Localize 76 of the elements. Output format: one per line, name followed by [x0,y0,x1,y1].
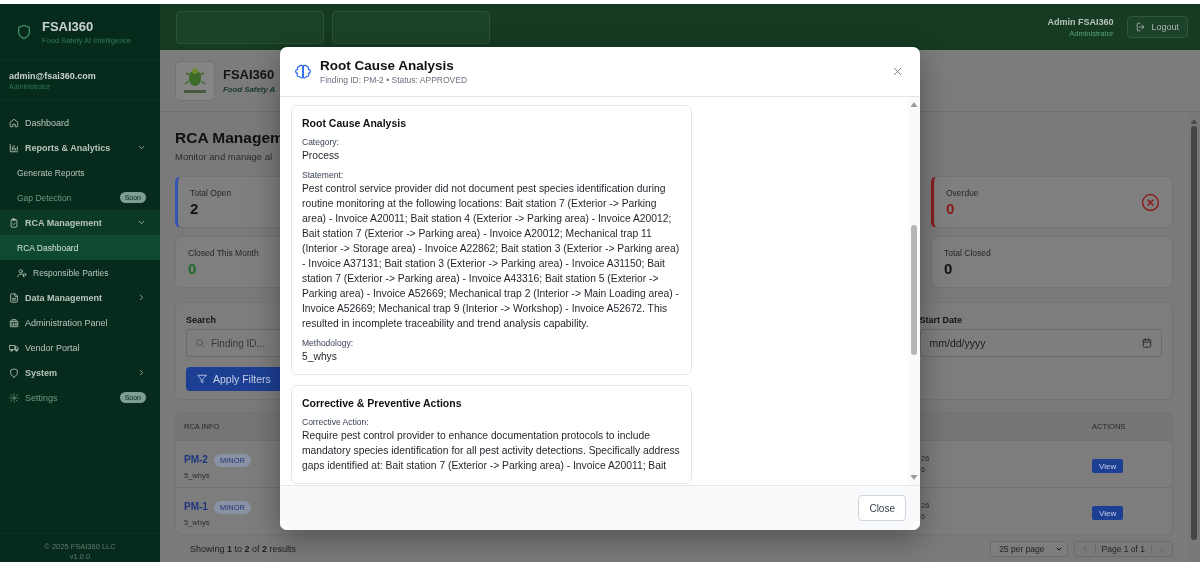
close-button[interactable] [891,65,904,78]
shield-icon [9,367,19,378]
nav-subitem[interactable]: RCA Dashboard [0,235,160,260]
stat-label: Overdue [946,187,979,198]
home-icon [9,117,19,128]
field-label: Search [186,315,217,325]
field-value: Require pest control provider to enhance documentation protocols to include mandatory species identification for all pest activity detections. Specifically address gaps identified at: Bait station 7 (Exterior -> Parking area) - Invoice A20011; Bait [302,429,681,473]
field-value: 5_whys [302,350,338,364]
field-label: Statement: [302,170,345,180]
field-label: Methodology: [302,338,355,348]
stat-value: 2 [190,199,199,217]
dialog-title: Root Cause Analysis [320,58,455,73]
search-field[interactable]: Finding ID... [186,329,280,357]
brain-icon [295,63,311,80]
stat-label: Total Open [190,187,232,198]
close-icon [891,65,904,78]
view-button[interactable]: View [1092,459,1124,474]
bar-chart-icon [9,142,19,153]
date-field[interactable]: mm/dd/yyyy [919,329,1162,357]
stat-label: Total Closed [944,247,991,258]
nav-item[interactable]: Dashboard [0,110,160,135]
calendar-icon [1142,338,1152,348]
building-icon [9,317,19,328]
nav-subitem[interactable]: Responsible Parties [0,260,160,285]
chevron-icon [137,368,146,377]
user-email: admin@fsai360.com [9,71,97,81]
logo [175,60,215,101]
close-button[interactable]: Close [858,495,906,521]
chevron-icon [137,143,146,152]
field-label: Category: [302,137,340,147]
page-subtitle: Monitor and manage al [175,151,273,162]
nav-item[interactable]: Vendor Portal [0,335,160,360]
section-title: Root Cause Analysis [302,117,408,129]
logout-button[interactable]: Logout [1127,16,1188,38]
nav-item[interactable]: Data Management [0,285,160,310]
clipboard-icon [9,217,19,228]
field-value: Process [302,149,341,163]
header-field[interactable] [176,10,324,44]
page-indicator: Page 1 of 1 [1094,544,1152,554]
nav-subitem[interactable]: Generate Reports [0,160,160,185]
users-icon [17,267,27,278]
user-name: Admin FSAI360 [1047,16,1114,27]
brand-title: FSAI360 [223,67,275,82]
field-label: Start Date [919,315,962,325]
results-summary: Showing 1 to 2 of 2 results [190,544,297,554]
settings-icon [9,392,19,403]
stat-value: 0 [944,259,953,277]
nav-item[interactable]: Reports & Analytics [0,135,160,160]
dialog-subtitle: Finding ID: PM-2 • Status: APPROVED [320,75,468,85]
logout-icon [1136,22,1147,32]
chevron-icon [1054,545,1063,553]
nav-item[interactable]: System [0,360,160,385]
stat-label: Closed This Month [188,247,259,258]
view-button[interactable]: View [1092,506,1124,521]
header-field[interactable] [332,10,490,44]
funnel-icon [197,374,207,384]
stat-value: 0 [188,259,197,277]
chevron-icon [137,293,146,302]
chevron-right-icon [1158,545,1166,553]
field-label: Corrective Action: [302,417,370,427]
document-icon [9,292,19,303]
brand-tagline: Food Safety A [223,85,276,94]
scrollbar[interactable] [908,97,920,485]
nav-item[interactable]: RCA Management [0,210,160,235]
field-value: Pest control service provider did not document pest species identification during routine monitoring at the following locations: Bait station 7 (Exterior -> Parking area) - Invoice A20011; Bait station 4 (Exterior -> Parking area) - Invoice A20012; Bait station 7 (Exterior -> Parking area) - Invoice A20012; Mechanical trap 11 (Interior -> Storage area) - Invoice A22862; Bait station 3 (Exterior -> Parking area) - Invoice A37131; Bait station 3 (Exterior -> Parking area) - Invoice A31150; Bait station 7 (Exterior -> Parking area) - Invoice A43316; Bait station 5 (Exterior -> Parking area) - Invoice A52669; Mechanical trap 2 (Interior -> Main Loading area) - Invoice A52669; Mechanical trap 9 (Interior -> Workshop) - Invoice A52672. This resulted in incomplete traceability and trend analysis capability. [302,182,681,331]
section-title: Corrective & Preventive Actions [302,397,463,409]
app-title: FSAI360 [42,19,95,34]
apply-filters-button[interactable]: Apply Filters [186,367,282,391]
x-circle-icon [1141,192,1160,212]
nav-item[interactable]: Administration Panel [0,310,160,335]
search-icon [195,338,205,348]
per-page-select[interactable]: 25 per page [990,541,1068,557]
chevron-icon [137,218,146,227]
truck-icon [9,342,19,353]
shield-icon [16,24,32,40]
stat-value: 0 [946,199,955,217]
